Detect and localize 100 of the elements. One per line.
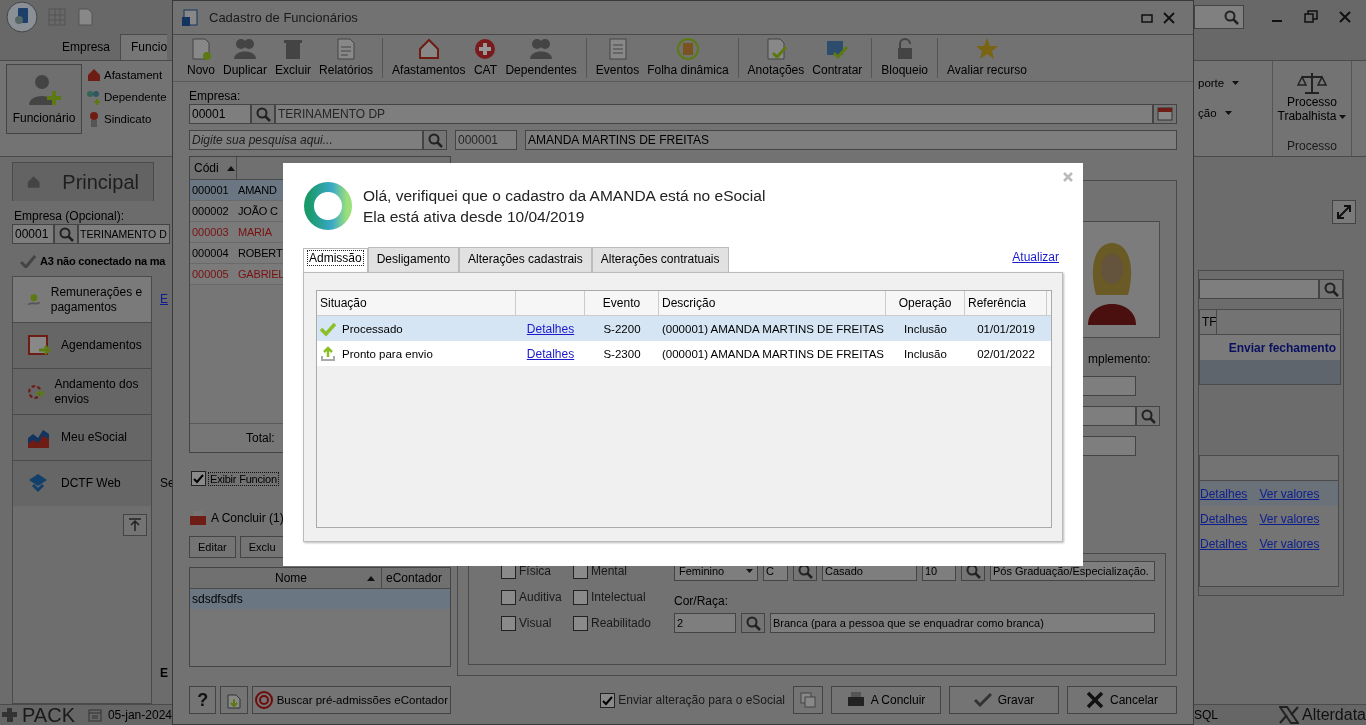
checkbox[interactable] bbox=[501, 589, 516, 605]
employee-code-field[interactable]: 000001 bbox=[455, 130, 517, 150]
details-link[interactable]: Detalhes bbox=[1200, 486, 1248, 501]
employee-button[interactable]: Funcionário bbox=[6, 64, 82, 134]
caret-icon bbox=[1339, 114, 1347, 119]
values-link[interactable]: Ver valores bbox=[1259, 536, 1320, 551]
toolbar-button[interactable]: Relatórios bbox=[315, 37, 378, 81]
checkbox[interactable] bbox=[573, 589, 588, 605]
button[interactable]: Exclu bbox=[239, 536, 285, 558]
date-text: 05-jan-2024 bbox=[107, 708, 172, 722]
restore-icon[interactable] bbox=[1141, 11, 1153, 24]
message-text: Ela está ativa desde 10/04/2019 bbox=[363, 207, 586, 227]
nav-item[interactable]: DCTF Web bbox=[13, 460, 151, 506]
toolbar-button[interactable]: Afastamentos bbox=[388, 37, 470, 81]
ribbon-tab[interactable]: Funcio bbox=[120, 34, 168, 60]
close-icon bbox=[1086, 691, 1104, 709]
company-name-field[interactable]: TERINAMENTO D bbox=[78, 224, 170, 244]
vendor-name: Alterdata bbox=[1301, 706, 1366, 724]
label: E bbox=[160, 666, 168, 680]
search-field[interactable] bbox=[1199, 279, 1319, 299]
field-label: mplemento: bbox=[1088, 352, 1152, 366]
table-cell-text: 02/01/2022 bbox=[976, 346, 1036, 362]
import-button[interactable] bbox=[220, 686, 248, 714]
toolbar-button[interactable]: Bloqueio bbox=[877, 37, 933, 81]
toolbar-button[interactable]: Duplicar bbox=[219, 37, 272, 81]
toolbar-button[interactable]: CAT bbox=[469, 37, 502, 81]
refresh-link[interactable]: Atualizar bbox=[1012, 250, 1059, 264]
button[interactable]: Editar bbox=[189, 536, 236, 558]
search-icon bbox=[58, 226, 74, 242]
button[interactable]: Cancelar bbox=[1067, 686, 1177, 714]
company-code-field[interactable]: 00001 bbox=[189, 104, 251, 124]
restore-icon[interactable] bbox=[1304, 10, 1318, 24]
legal-process-button[interactable]: Processo Trabalhista bbox=[1274, 61, 1350, 123]
link[interactable]: Enviar fechamento bbox=[1228, 341, 1336, 355]
ribbon-tab[interactable]: Empresa bbox=[52, 35, 121, 60]
ribbon-item[interactable]: Sindicato bbox=[86, 111, 167, 127]
search-field[interactable]: Digite sua pesquisa aqui... bbox=[189, 130, 423, 150]
button[interactable]: Gravar bbox=[949, 686, 1059, 714]
tab[interactable]: Alterações cadastrais bbox=[459, 247, 592, 272]
details-link[interactable]: Detalhes bbox=[1200, 511, 1248, 526]
tab[interactable]: Desligamento bbox=[367, 247, 460, 272]
search-field[interactable] bbox=[1194, 5, 1244, 29]
caret-icon bbox=[1224, 111, 1232, 115]
button[interactable]: A Concluir bbox=[831, 686, 941, 714]
check-icon bbox=[602, 694, 614, 706]
race-code-field[interactable]: 2 bbox=[674, 613, 736, 633]
table-row[interactable]: Processado Detalhes S-2200 (000001) AMANDA MARTINS DE FREITAS Inclusão 01/01/2019 bbox=[317, 316, 1051, 341]
ribbon-item[interactable]: ção bbox=[1198, 107, 1240, 119]
scroll-top-button[interactable] bbox=[123, 514, 147, 536]
toolbar-button[interactable]: Eventos bbox=[591, 37, 644, 81]
nav-item[interactable]: Remunerações e pagamentos bbox=[13, 276, 151, 322]
details-link[interactable]: Detalhes bbox=[526, 346, 575, 361]
help-button[interactable]: ? bbox=[189, 686, 217, 714]
copy-button[interactable] bbox=[793, 686, 823, 714]
ribbon-item[interactable]: Afastament bbox=[86, 67, 167, 83]
table-cell: MARIA bbox=[238, 226, 272, 238]
company-code-field[interactable]: 00001 bbox=[12, 224, 54, 244]
toolbar-button[interactable]: Novo bbox=[183, 37, 219, 81]
close-icon[interactable] bbox=[1338, 10, 1352, 24]
link[interactable]: E bbox=[160, 292, 168, 306]
toolbar-button[interactable]: Contratar bbox=[808, 37, 867, 81]
nav-item[interactable]: Andamento dos envios bbox=[13, 368, 151, 414]
toolbar-button[interactable]: Anotações bbox=[743, 37, 809, 81]
company-name-field[interactable]: TERINAMENTO DP bbox=[275, 104, 1153, 124]
details-link[interactable]: Detalhes bbox=[1200, 536, 1248, 551]
values-link[interactable]: Ver valores bbox=[1259, 486, 1320, 501]
close-icon[interactable] bbox=[1163, 11, 1175, 24]
column-header[interactable]: eContador bbox=[382, 568, 450, 588]
tab[interactable]: Admissão bbox=[303, 248, 368, 272]
toolbar-button[interactable]: Folha dinâmica bbox=[643, 37, 733, 81]
ribbon-item[interactable]: Dependente bbox=[86, 89, 167, 105]
calendar-button[interactable] bbox=[1153, 104, 1177, 124]
ribbon-group-label: Processo bbox=[1287, 139, 1337, 155]
table-cell-text: 000001 bbox=[191, 184, 230, 196]
ribbon-item[interactable]: porte bbox=[1198, 77, 1240, 89]
import-button[interactable]: Buscar pré-admissões eContador bbox=[251, 686, 451, 714]
column-header[interactable]: Nome bbox=[190, 568, 382, 588]
checkbox-label[interactable]: Exibir Funcion bbox=[209, 472, 278, 485]
toolbar-button[interactable]: Excluir bbox=[271, 37, 316, 81]
toolbar-button[interactable]: Avaliar recurso bbox=[943, 37, 1031, 81]
checkbox[interactable] bbox=[573, 615, 588, 631]
values-link[interactable]: Ver valores bbox=[1259, 511, 1320, 526]
details-link[interactable]: Detalhes bbox=[526, 321, 575, 336]
employee-name-field[interactable]: AMANDA MARTINS DE FREITAS bbox=[525, 130, 1177, 150]
search-icon bbox=[1140, 408, 1156, 424]
table-row[interactable]: Pronto para envio Detalhes S-2300 (000001) AMANDA MARTINS DE FREITAS Inclusão 02/01/2022 bbox=[317, 341, 1051, 366]
race-field[interactable]: Branca (para a pessoa que se enquadrar como branca) bbox=[770, 613, 1155, 633]
checkbox[interactable] bbox=[191, 471, 206, 486]
expand-icon[interactable] bbox=[1332, 200, 1356, 224]
document-arrow-icon bbox=[225, 691, 243, 709]
toolbar-button[interactable]: Dependentes bbox=[501, 37, 581, 81]
nav-item[interactable]: Agendamentos bbox=[13, 322, 151, 368]
checkbox-label: Mental bbox=[591, 564, 628, 578]
checkbox[interactable] bbox=[600, 692, 616, 708]
checkbox[interactable] bbox=[501, 615, 516, 631]
status-text: Processado bbox=[342, 322, 403, 335]
tab[interactable]: Alterações contratuais bbox=[591, 247, 729, 272]
column-header[interactable]: Códi bbox=[190, 157, 237, 179]
nav-item[interactable]: Meu eSocial bbox=[13, 414, 151, 460]
table-cell-text: S-2300 bbox=[602, 346, 642, 362]
